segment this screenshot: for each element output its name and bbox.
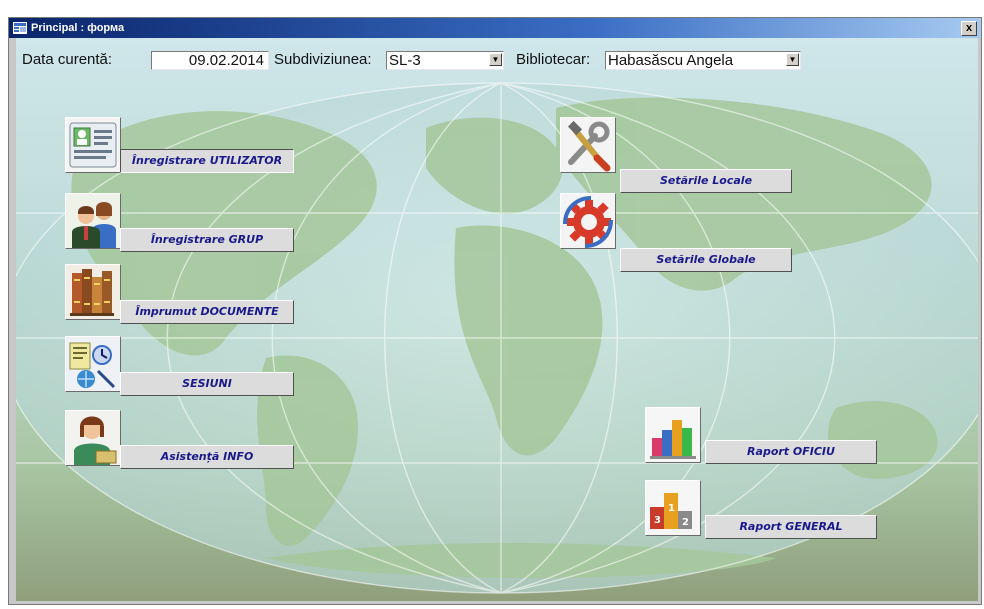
librarian-select[interactable]: Habasăscu Angela ▼ (605, 51, 801, 70)
librarian-dropdown-button[interactable]: ▼ (786, 53, 799, 66)
register-group-button[interactable]: Înregistrare GRUP (120, 228, 294, 252)
subdivision-label: Subdiviziunea: (274, 51, 372, 68)
podium-chart-icon[interactable]: 3 1 2 (645, 480, 701, 536)
tools-icon[interactable] (560, 117, 616, 173)
subdivision-select[interactable]: SL-3 ▼ (386, 51, 504, 70)
general-report-button[interactable]: Raport GENERAL (705, 515, 877, 539)
id-card-icon[interactable] (65, 117, 121, 173)
form-area: Data curentă: 09.02.2014 Subdiviziunea: … (16, 38, 978, 601)
session-icon[interactable] (65, 336, 121, 392)
main-window: Principal : форма x Data curentă: 09.02.… (8, 17, 982, 605)
info-assistance-button[interactable]: Asistență INFO (120, 445, 294, 469)
bar-chart-icon[interactable] (645, 407, 701, 463)
local-settings-button[interactable]: Setările Locale (620, 169, 792, 193)
office-report-button[interactable]: Raport OFICIU (705, 440, 877, 464)
svg-text:1: 1 (668, 503, 675, 514)
date-label: Data curentă: (22, 51, 113, 68)
global-settings-button[interactable]: Setările Globale (620, 248, 792, 272)
svg-text:2: 2 (682, 517, 689, 528)
register-user-button[interactable]: Înregistrare UTILIZATOR (120, 149, 294, 173)
assistant-icon[interactable] (65, 410, 121, 466)
window-title: Principal : форма (31, 22, 125, 34)
gear-icon[interactable] (560, 193, 616, 249)
group-icon[interactable] (65, 193, 121, 249)
sessions-button[interactable]: SESIUNI (120, 372, 294, 396)
svg-text:3: 3 (654, 515, 661, 526)
librarian-value: Habasăscu Angela (608, 52, 734, 69)
date-value: 09.02.2014 (188, 52, 264, 69)
loan-documents-button[interactable]: Împrumut DOCUMENTE (120, 300, 294, 324)
librarian-label: Bibliotecar: (516, 51, 591, 68)
date-field[interactable]: 09.02.2014 (151, 51, 269, 70)
subdivision-value: SL-3 (389, 52, 421, 69)
title-bar: Principal : форма x (9, 18, 981, 38)
subdivision-dropdown-button[interactable]: ▼ (489, 53, 502, 66)
books-icon[interactable] (65, 264, 121, 320)
form-icon (13, 22, 27, 34)
close-button[interactable]: x (961, 21, 977, 36)
